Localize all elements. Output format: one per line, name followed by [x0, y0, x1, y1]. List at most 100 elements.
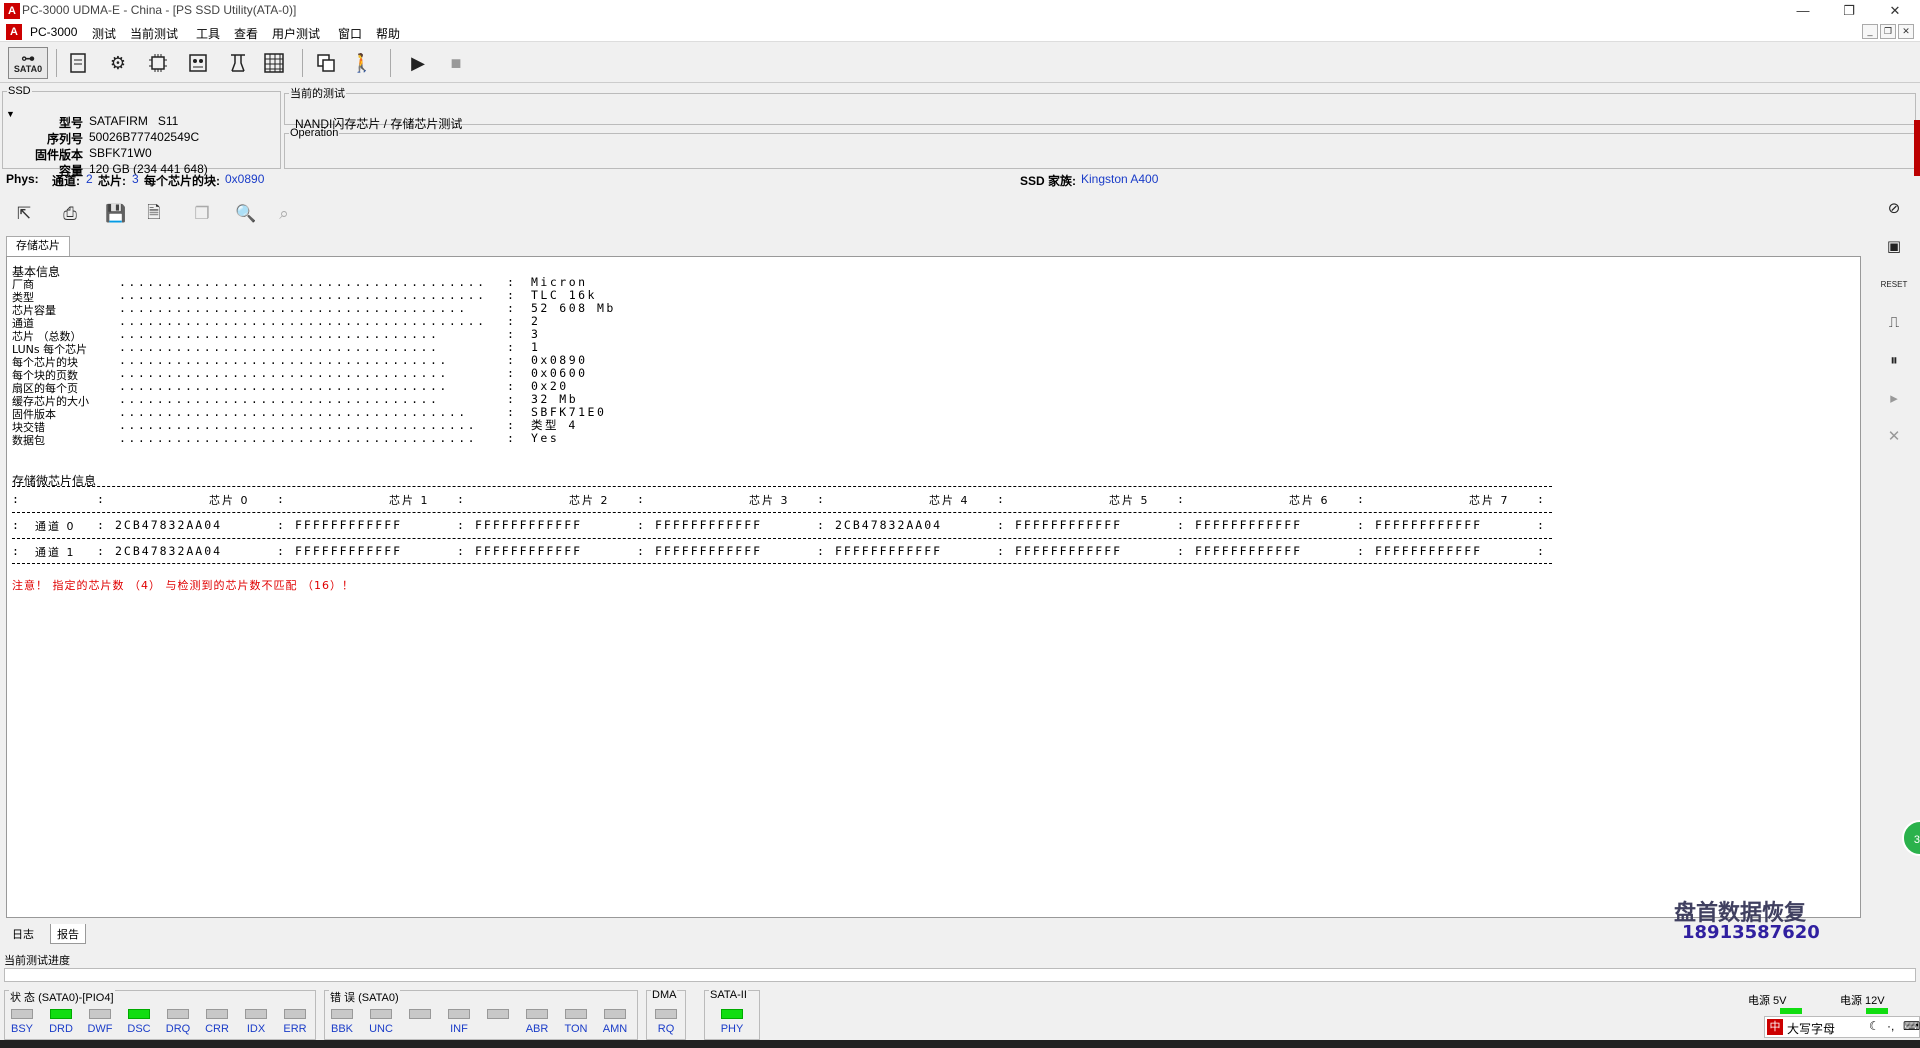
tab-storage-chip[interactable]: 存储芯片: [6, 236, 70, 256]
print-icon[interactable]: ⎙: [56, 200, 84, 228]
ssd-serial-value: 50026B777402549C: [89, 130, 200, 144]
chip-id-cell: FFFFFFFFFFFF: [1375, 544, 1483, 558]
tab-log[interactable]: 日志: [6, 924, 40, 944]
taskbar: [0, 1040, 1920, 1048]
toolbar-separator: [56, 49, 57, 77]
ssd-firmware-label: 固件版本: [34, 148, 83, 162]
menu-window[interactable]: 窗口: [338, 25, 362, 42]
basic-info-value: Yes: [531, 431, 560, 445]
copy-icon[interactable]: ❐: [188, 200, 216, 228]
menu-test[interactable]: 测试: [92, 25, 116, 42]
reset-icon[interactable]: RESET: [1880, 270, 1908, 298]
chip-id-cell: FFFFFFFFFFFF: [295, 544, 403, 558]
chip-id-cell: FFFFFFFFFFFF: [1015, 518, 1123, 532]
basic-info-value: 52 608 Mb: [531, 301, 616, 315]
gear-chip-icon[interactable]: ⚙: [102, 47, 134, 79]
chip-id-cell: FFFFFFFFFFFF: [475, 518, 583, 532]
export-icon[interactable]: ⇱: [10, 200, 38, 228]
table-colon: :: [97, 492, 107, 506]
table-colon: :: [457, 544, 467, 558]
status-led: [128, 1009, 150, 1019]
chip-count-warning: 注意！ 指定的芯片数 （4） 与检测到的芯片数不匹配 （16）！: [12, 579, 354, 592]
table-colon: :: [1537, 544, 1547, 558]
minimize-button[interactable]: —: [1780, 0, 1826, 22]
status-led: [11, 1009, 33, 1019]
current-test-legend: 当前的测试: [290, 88, 345, 100]
mdi-app-icon[interactable]: A: [6, 24, 22, 40]
drive-icon[interactable]: ▸: [1880, 384, 1908, 412]
toolbar-separator: [390, 49, 391, 77]
title-bar: A PC-3000 UDMA-E - China - [PS SSD Utili…: [0, 0, 1920, 22]
pause-icon[interactable]: ⏸: [1880, 346, 1908, 374]
menu-help[interactable]: 帮助: [376, 25, 400, 42]
signal-icon[interactable]: ⎍: [1880, 308, 1908, 336]
keyboard-icon[interactable]: ⌨: [1903, 1019, 1920, 1033]
table-colon: :: [637, 492, 647, 506]
menu-pc3000[interactable]: PC-3000: [30, 25, 77, 39]
dma-group-title: DMA: [651, 989, 678, 1001]
menu-view[interactable]: 查看: [234, 25, 258, 42]
basic-info-dots: ......................................: [119, 431, 478, 445]
find-next-icon[interactable]: ⌕: [270, 200, 298, 228]
table-colon: :: [1537, 518, 1547, 532]
power-12v-led: [1866, 1008, 1888, 1014]
basic-info-label: 数据包: [12, 434, 45, 447]
find-icon[interactable]: 🔍: [232, 200, 260, 228]
grid-icon[interactable]: [258, 47, 290, 79]
sata-port-button[interactable]: ⊶ SATA0: [8, 47, 48, 79]
chip-id-cell: FFFFFFFFFFFF: [1015, 544, 1123, 558]
dma-group: DMA RQ: [646, 989, 686, 1040]
moon-icon[interactable]: ☾: [1869, 1019, 1880, 1033]
chip-id-cell: FFFFFFFFFFFF: [295, 518, 403, 532]
tools-icon[interactable]: ✕: [1880, 422, 1908, 450]
tab-report[interactable]: 报告: [50, 924, 86, 944]
person-run-icon[interactable]: 🚶: [346, 47, 378, 79]
ssd-firmware-value: SBFK71W0: [89, 146, 152, 160]
ime-logo-icon[interactable]: 中: [1767, 1019, 1783, 1035]
status-led: [167, 1009, 189, 1019]
status-led-label: CRR: [205, 1023, 229, 1035]
status-led: [526, 1009, 548, 1019]
flask-icon[interactable]: [222, 47, 254, 79]
error-group-title: 错 误 (SATA0): [329, 989, 400, 1005]
status-led: [370, 1009, 392, 1019]
ssd-field-model: 型号 SATAFIRM S11: [13, 114, 178, 131]
chip-column-header: 芯片 2: [569, 494, 610, 507]
punctuation-icon[interactable]: ·,: [1887, 1019, 1894, 1033]
mdi-minimize-button[interactable]: _: [1862, 24, 1878, 39]
table-colon: :: [12, 492, 22, 506]
status-led-label: UNC: [369, 1023, 393, 1035]
stop-icon[interactable]: ■: [440, 47, 472, 79]
mdi-restore-button[interactable]: ❐: [1880, 24, 1896, 39]
status-led: [655, 1009, 677, 1019]
ssd-field-serial: 序列号 50026B777402549C: [13, 130, 199, 147]
ssd-model-value: SATAFIRM S11: [89, 114, 179, 128]
ssd-model-label: 型号: [58, 116, 83, 130]
menu-user-test[interactable]: 用户测试: [272, 25, 320, 42]
memory-icon[interactable]: [182, 47, 214, 79]
table-colon: :: [817, 518, 827, 532]
chip-icon[interactable]: [142, 47, 174, 79]
restore-button[interactable]: ❐: [1826, 0, 1872, 22]
table-colon: :: [997, 544, 1007, 558]
table-colon: :: [1177, 544, 1187, 558]
menu-current-test[interactable]: 当前测试: [130, 25, 178, 42]
board-icon[interactable]: ▣: [1880, 232, 1908, 260]
chips-value: 3: [132, 172, 139, 186]
mdi-close-button[interactable]: ✕: [1898, 24, 1914, 39]
power-12v-label: 电源 12V: [1840, 995, 1885, 1007]
power-5v-led: [1780, 1008, 1802, 1014]
close-button[interactable]: ✕: [1872, 0, 1918, 22]
passport-icon[interactable]: [62, 47, 94, 79]
menu-tools[interactable]: 工具: [196, 25, 220, 42]
save-as-icon[interactable]: 🗎: [140, 200, 168, 228]
chip-column-header: 芯片 7: [1469, 494, 1510, 507]
save-icon[interactable]: 💾: [102, 200, 130, 228]
copy-windows-icon[interactable]: [310, 47, 342, 79]
play-icon[interactable]: ▶: [402, 47, 434, 79]
table-colon: :: [637, 518, 647, 532]
caps-lock-indicator[interactable]: 大写字母: [1787, 1020, 1835, 1037]
table-colon: :: [457, 492, 467, 506]
status-led: [721, 1009, 743, 1019]
power-toggle-icon[interactable]: ⊘: [1880, 194, 1908, 222]
